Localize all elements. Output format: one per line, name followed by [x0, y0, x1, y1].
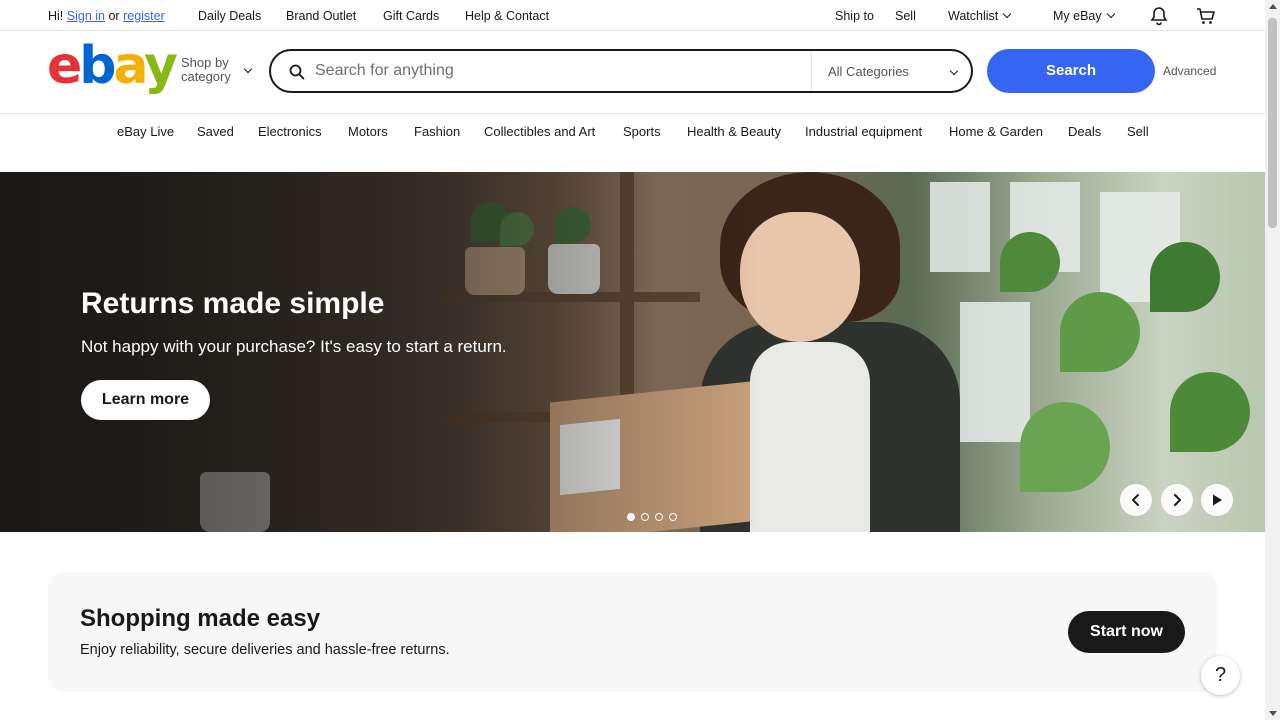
- ship-to-button[interactable]: Ship to: [835, 9, 874, 23]
- cart-icon[interactable]: [1196, 6, 1216, 31]
- chevron-down-icon: [243, 64, 253, 74]
- help-contact-link[interactable]: Help & Contact: [465, 9, 549, 23]
- carousel-play-button[interactable]: [1201, 484, 1233, 516]
- carousel-dot-1[interactable]: [627, 513, 635, 521]
- nav-sell[interactable]: Sell: [1127, 124, 1149, 139]
- shopping-made-easy-card: Shopping made easy Enjoy reliability, se…: [48, 572, 1217, 692]
- nav-saved[interactable]: Saved: [197, 124, 234, 139]
- greeting: Hi! Sign in or register: [48, 9, 165, 23]
- scroll-up-arrow-icon[interactable]: [1269, 4, 1277, 9]
- daily-deals-link[interactable]: Daily Deals: [198, 9, 261, 23]
- chevron-right-icon: [1174, 494, 1181, 506]
- nav-electronics[interactable]: Electronics: [258, 124, 322, 139]
- nav-ebay-live[interactable]: eBay Live: [117, 124, 174, 139]
- watchlist-label: Watchlist: [948, 9, 999, 23]
- header-divider: [0, 113, 1265, 114]
- brand-outlet-link[interactable]: Brand Outlet: [286, 9, 356, 23]
- category-select[interactable]: All Categories: [811, 51, 971, 91]
- carousel-prev-button[interactable]: [1120, 484, 1152, 516]
- hero-banner: Returns made simple Not happy with your …: [0, 172, 1265, 532]
- shop-by-category-button[interactable]: Shop by category: [181, 56, 231, 84]
- page-scrollbar[interactable]: [1265, 0, 1280, 720]
- advanced-search-link[interactable]: Advanced: [1163, 64, 1216, 78]
- play-icon: [1213, 494, 1222, 506]
- hero-title: Returns made simple: [81, 287, 385, 320]
- category-select-value: All Categories: [828, 64, 909, 79]
- search-button[interactable]: Search: [987, 49, 1155, 93]
- carousel-dot-2[interactable]: [641, 513, 649, 521]
- carousel-indicators: [627, 508, 683, 526]
- search-bar: All Categories: [269, 49, 973, 93]
- help-button[interactable]: ?: [1201, 656, 1240, 695]
- search-icon: [289, 64, 305, 80]
- search-input[interactable]: [315, 59, 795, 83]
- learn-more-button[interactable]: Learn more: [81, 380, 210, 420]
- shop-by-label: Shop by: [181, 55, 229, 70]
- my-ebay-menu[interactable]: My eBay: [1053, 9, 1115, 23]
- my-ebay-label: My eBay: [1053, 9, 1102, 23]
- nav-industrial-equipment[interactable]: Industrial equipment: [805, 124, 922, 139]
- chevron-down-icon: [1106, 9, 1115, 19]
- category-nav: eBay Live Saved Electronics Motors Fashi…: [0, 124, 1265, 144]
- carousel-dot-3[interactable]: [655, 513, 663, 521]
- chevron-left-icon: [1132, 494, 1139, 506]
- nav-collectibles-art[interactable]: Collectibles and Art: [484, 124, 595, 139]
- sign-in-link[interactable]: Sign in: [67, 9, 105, 23]
- category-label: category: [181, 69, 231, 84]
- greeting-text: Hi!: [48, 9, 64, 23]
- chevron-down-icon: [1003, 9, 1012, 19]
- bell-icon[interactable]: [1149, 6, 1169, 31]
- promo-subtitle: Enjoy reliability, secure deliveries and…: [80, 642, 450, 658]
- scroll-down-arrow-icon[interactable]: [1269, 711, 1277, 716]
- nav-deals[interactable]: Deals: [1068, 124, 1101, 139]
- nav-health-beauty[interactable]: Health & Beauty: [687, 124, 781, 139]
- watchlist-menu[interactable]: Watchlist: [948, 9, 1012, 23]
- start-now-button[interactable]: Start now: [1068, 611, 1185, 653]
- nav-sports[interactable]: Sports: [623, 124, 661, 139]
- register-link[interactable]: register: [123, 9, 165, 23]
- carousel-next-button[interactable]: [1161, 484, 1193, 516]
- hero-subtitle: Not happy with your purchase? It's easy …: [81, 337, 507, 356]
- scroll-thumb[interactable]: [1268, 18, 1277, 228]
- carousel-dot-4[interactable]: [669, 513, 677, 521]
- gift-cards-link[interactable]: Gift Cards: [383, 9, 439, 23]
- promo-title: Shopping made easy: [80, 605, 321, 632]
- sell-link[interactable]: Sell: [895, 9, 916, 23]
- or-text: or: [108, 9, 120, 23]
- ebay-logo[interactable]: ebay: [47, 40, 178, 92]
- nav-fashion[interactable]: Fashion: [414, 124, 460, 139]
- nav-motors[interactable]: Motors: [348, 124, 388, 139]
- chevron-down-icon: [949, 66, 959, 76]
- top-bar: Hi! Sign in or register Daily Deals Bran…: [0, 0, 1265, 31]
- nav-home-garden[interactable]: Home & Garden: [949, 124, 1043, 139]
